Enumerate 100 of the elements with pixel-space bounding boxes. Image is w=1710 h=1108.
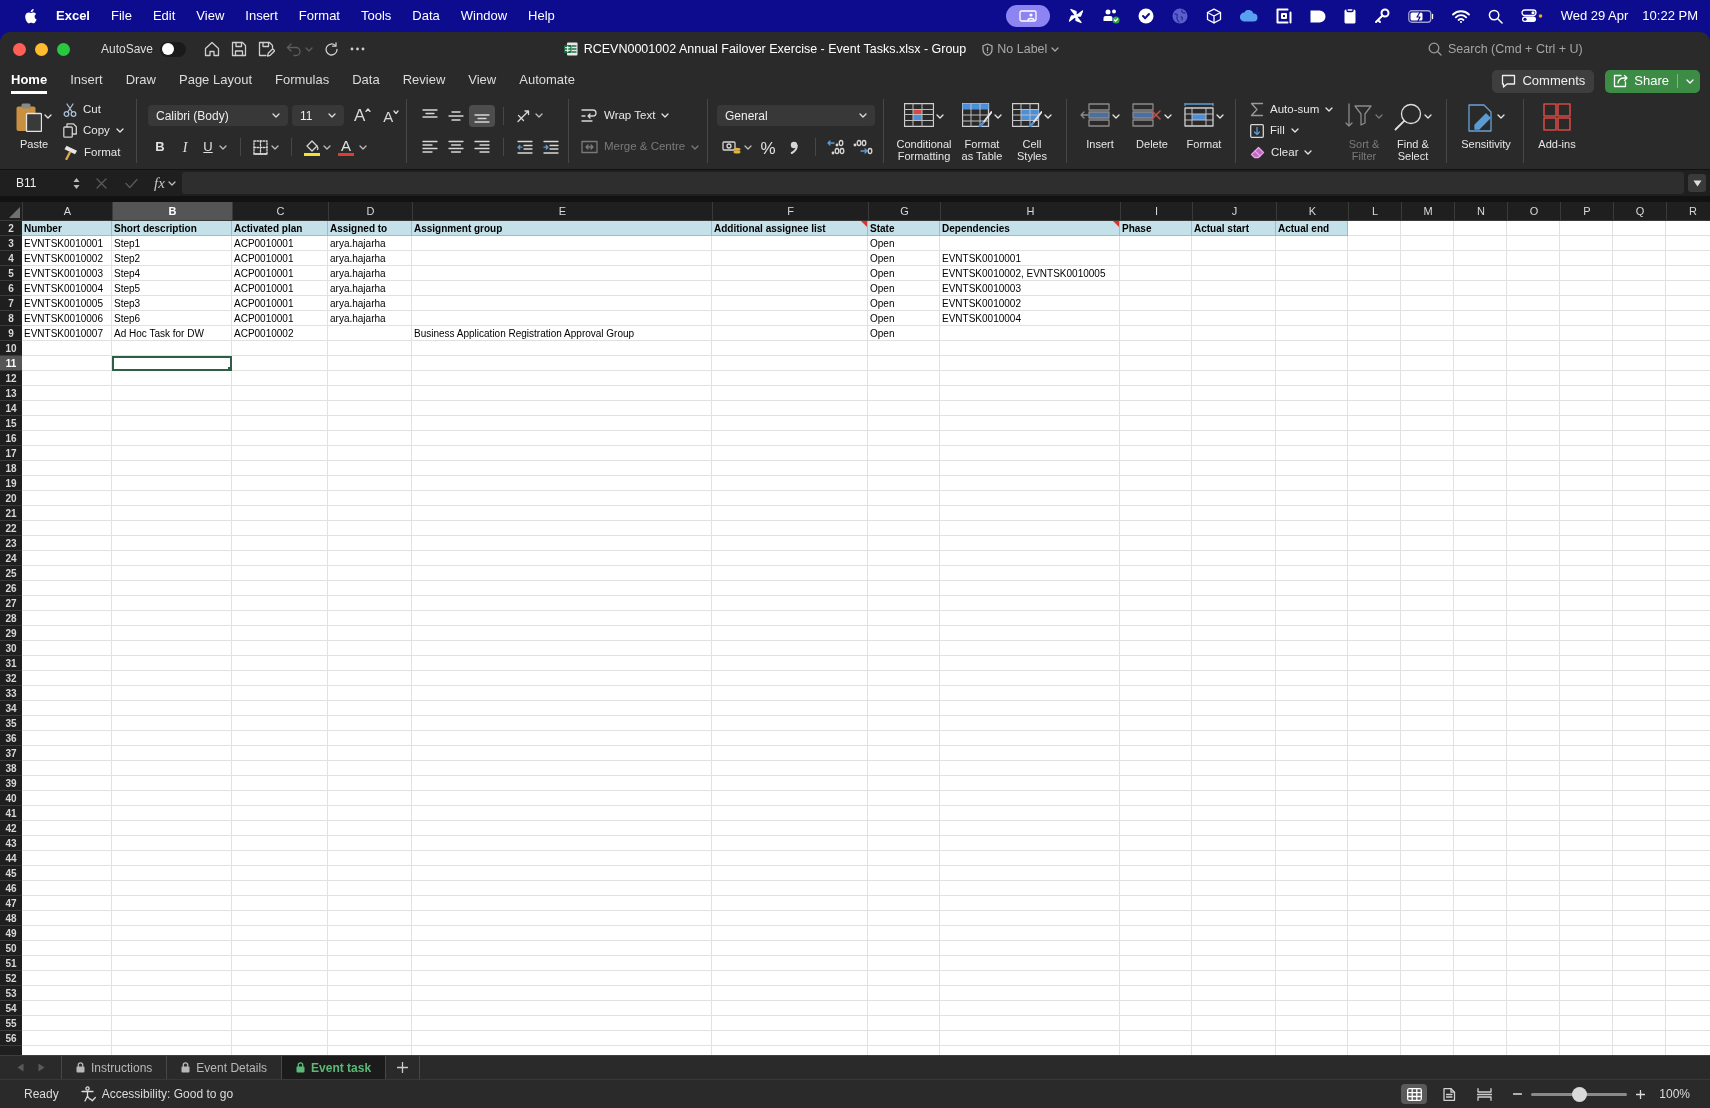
accessibility-status[interactable]: Accessibility: Good to go <box>101 1085 234 1103</box>
fill-handle[interactable] <box>228 367 232 371</box>
home-icon[interactable] <box>204 41 221 57</box>
zoom-slider-thumb[interactable] <box>1571 1086 1587 1102</box>
cells-button[interactable]: Delete <box>1129 99 1175 163</box>
row-header[interactable]: 11 <box>0 356 22 371</box>
clear-button[interactable]: Clear <box>1250 141 1338 163</box>
minus-icon[interactable] <box>1513 1093 1523 1095</box>
cells-button[interactable]: Insert <box>1077 99 1123 163</box>
column-header[interactable]: I <box>1120 202 1192 220</box>
cells-button[interactable]: Format <box>1181 99 1227 163</box>
screen-share-icon[interactable] <box>1005 5 1050 27</box>
pinwheel-icon[interactable] <box>1067 8 1084 24</box>
wrap-text-button[interactable]: Wrap Text <box>581 104 670 127</box>
column-header[interactable]: F <box>712 202 868 220</box>
column-header[interactable]: P <box>1560 202 1613 220</box>
column-header[interactable]: H <box>940 202 1120 220</box>
percent-button[interactable]: % <box>755 136 781 158</box>
comments-button[interactable]: Comments <box>1492 69 1595 93</box>
menu-item[interactable]: Edit <box>152 6 176 26</box>
globe-icon[interactable] <box>1171 8 1188 24</box>
column-header[interactable]: B <box>112 202 232 220</box>
select-all-icon[interactable] <box>9 207 20 218</box>
more-icon[interactable] <box>350 47 366 51</box>
menu-item[interactable]: File <box>111 6 132 26</box>
ribbon-tab[interactable]: Insert <box>70 66 103 94</box>
column-header[interactable]: M <box>1401 202 1454 220</box>
styles-button[interactable]: Conditional Formatting <box>894 99 954 163</box>
font-color-button[interactable]: A <box>338 136 367 158</box>
check-circle-icon[interactable] <box>1137 8 1154 24</box>
ribbon-tab[interactable]: Draw <box>125 66 156 94</box>
cloud-icon[interactable] <box>1239 10 1258 22</box>
sensitivity-dropdown[interactable]: No Label <box>982 39 1060 59</box>
paste-button[interactable]: Paste <box>12 99 56 163</box>
shrink-font-button[interactable]: A <box>383 107 400 124</box>
column-header[interactable]: Q <box>1613 202 1666 220</box>
menu-item[interactable]: Tools <box>361 6 392 26</box>
search-field[interactable]: Search (Cmd + Ctrl + U) <box>1448 39 1610 59</box>
sheet-tab[interactable]: Event task <box>282 1056 387 1079</box>
menu-item[interactable]: Data <box>412 6 440 26</box>
key-icon[interactable] <box>1373 8 1390 24</box>
save-icon[interactable] <box>231 41 248 57</box>
ribbon-tab[interactable]: View <box>468 66 497 94</box>
apple-icon[interactable] <box>24 8 37 24</box>
half-round-icon[interactable] <box>1309 9 1326 23</box>
column-header[interactable]: J <box>1192 202 1276 220</box>
expand-formula-button[interactable] <box>1688 174 1706 192</box>
name-box[interactable]: B11 <box>6 172 84 194</box>
bold-button[interactable]: B <box>148 136 172 158</box>
styles-button[interactable]: Format as Table <box>960 99 1004 163</box>
clipboard-icon[interactable] <box>1343 8 1356 24</box>
minimize-button[interactable] <box>35 42 48 56</box>
menu-item[interactable]: Format <box>298 6 340 26</box>
ribbon-tab[interactable]: Review <box>402 66 446 94</box>
ribbon-tab[interactable]: Automate <box>519 66 575 94</box>
selected-cell[interactable] <box>112 356 232 371</box>
column-header[interactable]: L <box>1348 202 1401 220</box>
frame-icon[interactable] <box>1275 8 1292 24</box>
zoom-button[interactable] <box>57 42 70 56</box>
battery-icon[interactable] <box>1407 9 1434 23</box>
add-ins-button[interactable]: Add-ins <box>1534 99 1580 150</box>
menu-item[interactable]: Help <box>528 6 555 26</box>
fill-button[interactable]: Fill <box>1250 120 1338 142</box>
column-header[interactable]: E <box>412 202 712 220</box>
menu-item[interactable]: View <box>196 6 225 26</box>
menu-item[interactable]: Window <box>460 6 508 26</box>
search-icon[interactable] <box>1487 8 1503 24</box>
italic-button[interactable]: I <box>172 136 198 158</box>
close-button[interactable] <box>13 42 26 56</box>
sensitivity-button[interactable]: Sensitivity <box>1455 99 1517 150</box>
menu-item[interactable]: Insert <box>245 6 278 26</box>
ribbon-tab[interactable]: Formulas <box>275 66 330 94</box>
grow-font-button[interactable]: A <box>354 107 372 124</box>
column-header[interactable]: O <box>1507 202 1560 220</box>
find-select-button[interactable]: Find & Select <box>1390 99 1436 163</box>
insert-function-button[interactable]: fx <box>154 171 176 195</box>
cut-button[interactable]: Cut <box>63 99 124 121</box>
column-header[interactable]: C <box>232 202 328 220</box>
wifi-icon[interactable] <box>1451 9 1470 23</box>
plus-icon[interactable] <box>1636 1089 1646 1099</box>
ribbon-tab[interactable]: Page Layout <box>179 66 252 94</box>
underline-button[interactable]: U <box>198 136 232 158</box>
column-header[interactable]: G <box>868 202 940 220</box>
save-pencil-icon[interactable] <box>258 41 276 57</box>
ribbon-tab[interactable]: Data <box>352 66 380 94</box>
styles-button[interactable]: Cell Styles <box>1010 99 1054 163</box>
font-name-dropdown[interactable]: Calibri (Body) <box>148 105 288 126</box>
format-painter-button[interactable]: Format <box>63 141 124 163</box>
column-header[interactable]: N <box>1454 202 1507 220</box>
copy-button[interactable]: Copy <box>63 120 124 142</box>
ribbon-tab[interactable]: Home <box>11 66 48 94</box>
view-button[interactable] <box>1401 1084 1428 1104</box>
auto-sum-button[interactable]: Auto-sum <box>1250 99 1338 121</box>
toggles-icon[interactable] <box>1520 9 1543 23</box>
column-header[interactable]: K <box>1276 202 1348 220</box>
column-header[interactable]: R <box>1666 202 1710 220</box>
column-header[interactable]: D <box>328 202 412 220</box>
refresh-icon[interactable] <box>324 41 340 57</box>
app-menu[interactable]: Excel <box>56 6 90 26</box>
package-icon[interactable] <box>1205 8 1222 24</box>
